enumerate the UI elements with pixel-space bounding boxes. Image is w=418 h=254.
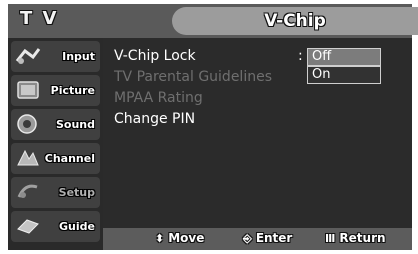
enter-label: Enter [255, 231, 293, 245]
sidebar-item-label: Setup [58, 186, 95, 199]
return-icon: Ⅲ [325, 232, 336, 245]
sidebar-item-setup[interactable]: Setup [11, 177, 100, 208]
page-title: V-Chip [264, 11, 326, 31]
return-label: Return [339, 231, 386, 245]
setup-icon [17, 184, 38, 198]
move-hint: ⬍ Move [155, 231, 204, 245]
osd-window: T V V-Chip Input Picture Sound Channel S… [8, 4, 418, 250]
top-bar: T V V-Chip [8, 4, 418, 38]
enter-hint: ⎆ Enter [243, 231, 292, 246]
menu-item-change-pin[interactable]: Change PIN [114, 111, 195, 127]
sound-icon [17, 114, 37, 134]
sidebar-item-label: Channel [44, 152, 95, 165]
vchip-menu-panel: V-Chip Lock TV Parental Guidelines MPAA … [103, 38, 412, 228]
sidebar-item-label: Picture [50, 84, 95, 97]
sidebar-item-channel[interactable]: Channel [11, 143, 100, 174]
sidebar-item-sound[interactable]: Sound [11, 109, 100, 140]
sidebar-item-label: Sound [55, 118, 95, 131]
guide-icon [17, 219, 39, 234]
channel-icon [17, 149, 39, 166]
menu-item-vchip-lock[interactable]: V-Chip Lock [114, 48, 196, 64]
move-icon: ⬍ [155, 232, 165, 245]
menu-item-mpaa-rating[interactable]: MPAA Rating [114, 90, 203, 106]
sidebar-item-input[interactable]: Input [11, 41, 100, 72]
sidebar-item-label: Input [62, 50, 95, 63]
bottom-help-bar: ⬍ Move ⎆ Enter Ⅲ Return [103, 228, 412, 250]
option-off[interactable]: Off [307, 48, 381, 66]
option-on-label: On [312, 67, 331, 82]
move-label: Move [168, 231, 205, 245]
sidebar-item-picture[interactable]: Picture [11, 75, 100, 106]
vchip-screen: T V V-Chip Input Picture Sound Channel S… [0, 0, 418, 254]
sidebar-item-label: Guide [59, 220, 95, 233]
sidebar-item-guide[interactable]: Guide [11, 211, 100, 242]
option-off-label: Off [312, 49, 332, 64]
return-hint: Ⅲ Return [325, 231, 386, 245]
enter-icon: ⎆ [243, 232, 252, 245]
picture-icon [17, 81, 39, 99]
option-on[interactable]: On [307, 66, 381, 84]
input-icon [15, 48, 41, 64]
menu-item-tv-parental-guidelines[interactable]: TV Parental Guidelines [114, 69, 272, 85]
value-separator: : [298, 48, 303, 64]
sidebar: Input Picture Sound Channel Setup Guide [8, 38, 103, 250]
title-pill: V-Chip [172, 7, 418, 35]
source-label: T V [20, 8, 59, 29]
